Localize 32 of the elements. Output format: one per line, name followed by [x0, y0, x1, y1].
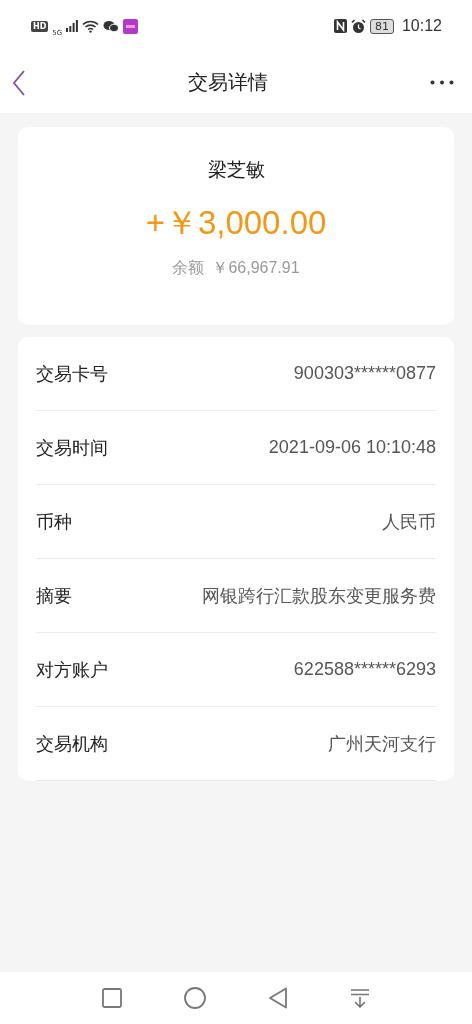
nfc-icon [333, 19, 347, 33]
back-icon[interactable] [12, 69, 26, 96]
alarm-icon [350, 18, 366, 34]
detail-value: 广州天河支行 [328, 732, 436, 756]
detail-label: 交易时间 [36, 435, 108, 460]
balance-value: ￥66,967.91 [212, 258, 300, 278]
detail-value: 2021-09-06 10:10:48 [268, 437, 436, 458]
detail-label: 摘要 [36, 583, 72, 608]
page-title: 交易详情 [188, 69, 268, 96]
balance-label: 余额 [172, 258, 205, 278]
detail-value: 网银跨行汇款股东变更服务费 [202, 584, 436, 608]
detail-label: 交易机构 [36, 731, 108, 756]
detail-value: 人民币 [382, 510, 436, 534]
hd-badge: HD [31, 20, 49, 32]
wifi-icon [82, 19, 100, 33]
clock-time: 10:12 [401, 17, 442, 35]
app-icon [123, 18, 139, 34]
back-nav-icon[interactable] [268, 987, 288, 1009]
recent-apps-icon[interactable] [102, 988, 122, 1008]
detail-value: 900303******0877 [293, 363, 436, 384]
payer-name: 梁芝敏 [207, 157, 265, 182]
notification-pull-icon[interactable] [350, 988, 370, 1008]
chat-icon [103, 19, 120, 33]
battery-icon: 81 [369, 18, 394, 34]
more-icon[interactable] [430, 80, 454, 85]
transaction-amount: +￥3,000.00 [145, 203, 327, 243]
detail-label: 交易卡号 [36, 361, 108, 386]
signal-icon [66, 20, 79, 32]
detail-label: 对方账户 [36, 657, 108, 682]
detail-value: 622588******6293 [293, 659, 436, 680]
home-icon[interactable] [184, 987, 206, 1009]
detail-label: 币种 [36, 509, 72, 534]
